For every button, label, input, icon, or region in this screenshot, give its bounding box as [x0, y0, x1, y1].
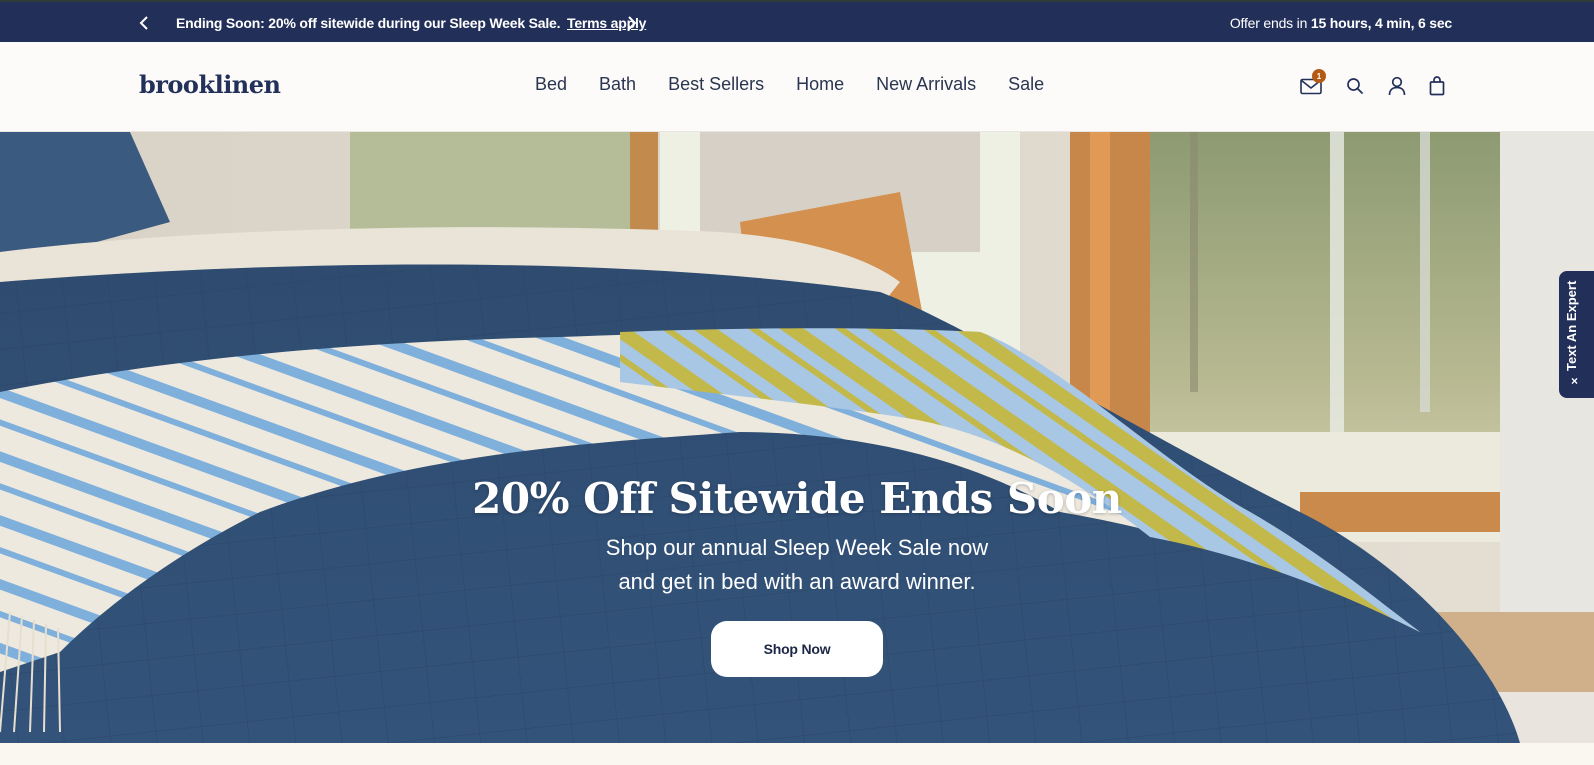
main-nav: Bed Bath Best Sellers Home New Arrivals …: [535, 74, 1044, 95]
countdown-value: 15 hours, 4 min, 6 sec: [1310, 15, 1452, 31]
nav-bath[interactable]: Bath: [599, 74, 636, 95]
close-icon[interactable]: ×: [1571, 374, 1578, 388]
mail-badge: 1: [1312, 69, 1326, 83]
site-header: brooklinen Bed Bath Best Sellers Home Ne…: [0, 42, 1594, 132]
promo-message-text: Ending Soon: 20% off sitewide during our…: [176, 15, 561, 31]
hero-subtitle-line-1: Shop our annual Sleep Week Sale now: [605, 535, 989, 560]
account-icon[interactable]: [1384, 72, 1410, 100]
nav-best-sellers[interactable]: Best Sellers: [668, 74, 764, 95]
countdown-prefix: Offer ends in: [1229, 15, 1308, 31]
nav-new-arrivals[interactable]: New Arrivals: [876, 74, 976, 95]
below-fold-section: [0, 743, 1594, 765]
shop-now-button[interactable]: Shop Now: [711, 621, 883, 677]
bag-icon[interactable]: [1424, 72, 1450, 100]
announcement-bar: Ending Soon: 20% off sitewide during our…: [0, 0, 1594, 42]
nav-home[interactable]: Home: [796, 74, 844, 95]
search-icon[interactable]: [1342, 72, 1368, 100]
chevron-left-icon[interactable]: [134, 13, 154, 33]
hero-banner: 20% Off Sitewide Ends Soon Shop our annu…: [0, 132, 1594, 743]
chevron-right-icon[interactable]: [622, 13, 642, 33]
hero-subtitle-line-2: and get in bed with an award winner.: [618, 569, 976, 594]
brand-logo[interactable]: brooklinen: [139, 70, 281, 99]
text-an-expert-tab[interactable]: Text An Expert ×: [1559, 271, 1594, 398]
mail-icon[interactable]: 1: [1298, 69, 1326, 100]
promo-message: Ending Soon: 20% off sitewide during our…: [176, 15, 646, 31]
text-an-expert-label: Text An Expert: [1564, 280, 1579, 371]
offer-countdown: Offer ends in 15 hours, 4 min, 6 sec: [1230, 15, 1452, 31]
hero-content: 20% Off Sitewide Ends Soon Shop our annu…: [0, 474, 1594, 677]
hero-title: 20% Off Sitewide Ends Soon: [472, 474, 1122, 523]
nav-sale[interactable]: Sale: [1008, 74, 1044, 95]
nav-bed[interactable]: Bed: [535, 74, 567, 95]
hero-subtitle: Shop our annual Sleep Week Sale now and …: [0, 531, 1594, 599]
